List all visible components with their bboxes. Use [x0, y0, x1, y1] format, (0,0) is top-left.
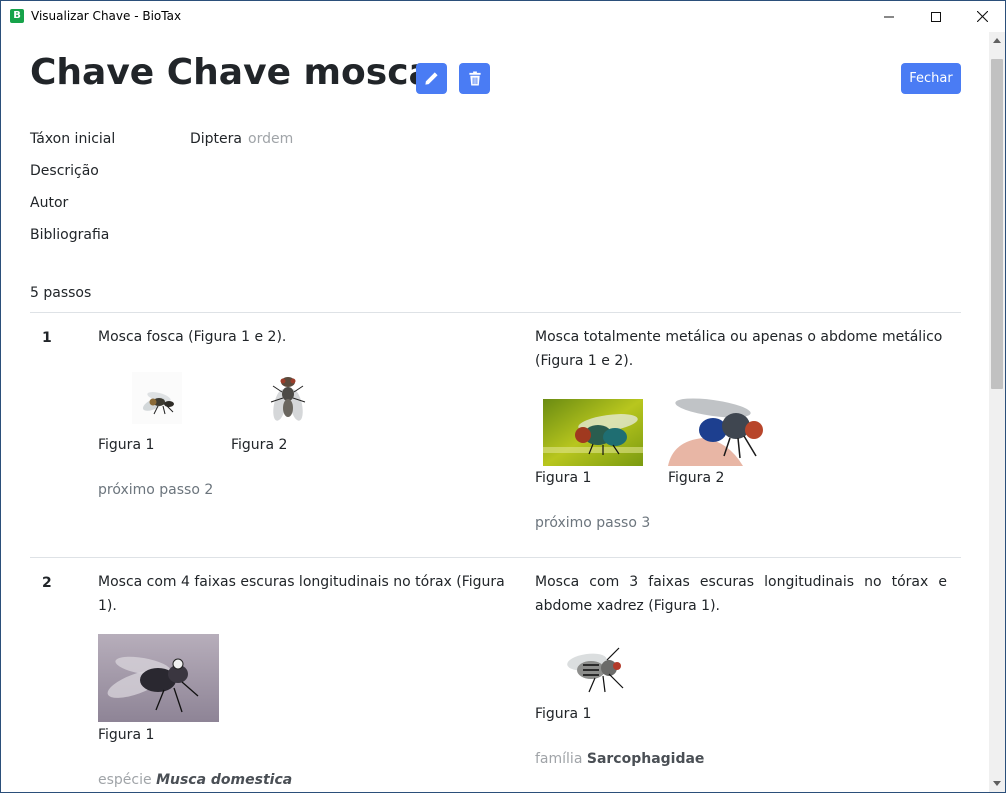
result-taxon-name: Sarcophagidae	[586, 751, 705, 767]
close-window-button[interactable]	[959, 1, 1005, 32]
blue-bottle-fly-photo-icon	[668, 396, 778, 466]
maximize-icon	[931, 11, 941, 22]
taxon-value: Diptera ordem	[190, 131, 293, 147]
step-1-left-figure-1[interactable]	[132, 372, 182, 424]
step-1-left-text: Mosca fosca (Figura 1 e 2).	[98, 329, 287, 345]
app-window: B Visualizar Chave - BioTax Chave Chave …	[0, 0, 1006, 793]
step-number: 1	[42, 330, 52, 346]
result-taxon[interactable]: espécie Musca domestica	[98, 772, 292, 788]
figure-caption: Figura 1	[98, 727, 155, 743]
result-taxon-name: Musca domestica	[156, 772, 293, 788]
chevron-down-icon	[993, 781, 1001, 786]
figure-caption: Figura 1	[535, 470, 592, 486]
main-content: Chave Chave mosca Fechar Táxon inicial D…	[1, 32, 989, 792]
edit-button[interactable]	[416, 63, 447, 94]
next-step-link[interactable]: próximo passo 3	[535, 515, 650, 531]
step-1-right-figure-1[interactable]	[543, 399, 643, 466]
house-fly-photo-icon	[98, 634, 219, 722]
steps-count: 5 passos	[30, 285, 92, 301]
scrollbar-thumb[interactable]	[991, 59, 1003, 389]
step-2-right-figure-1[interactable]	[561, 638, 629, 696]
close-icon	[976, 11, 988, 22]
divider	[30, 557, 961, 558]
taxon-rank: ordem	[248, 131, 294, 147]
next-step-link[interactable]: próximo passo 2	[98, 482, 213, 498]
pencil-icon	[425, 72, 438, 85]
window-title: Visualizar Chave - BioTax	[31, 9, 182, 23]
chevron-up-icon	[993, 38, 1001, 43]
scroll-up-button[interactable]	[989, 32, 1005, 49]
divider	[30, 312, 961, 313]
scroll-down-button[interactable]	[989, 775, 1005, 792]
figure-caption: Figura 1	[98, 437, 155, 453]
step-1-left-figure-2[interactable]	[265, 372, 311, 428]
result-rank: espécie	[98, 772, 152, 788]
minimize-button[interactable]	[866, 1, 912, 32]
result-rank: família	[535, 751, 583, 767]
figure-caption: Figura 2	[231, 437, 288, 453]
fly-photo-icon	[132, 372, 182, 424]
page-title: Chave Chave mosca	[30, 52, 433, 93]
biotax-app-icon: B	[10, 9, 24, 23]
taxon-label: Táxon inicial	[30, 131, 116, 147]
title-bar: B Visualizar Chave - BioTax	[1, 1, 1005, 32]
result-taxon[interactable]: família Sarcophagidae	[535, 751, 704, 767]
step-1-right-text: Mosca totalmente metálica ou apenas o ab…	[535, 329, 943, 369]
author-label: Autor	[30, 195, 69, 211]
close-button[interactable]: Fechar	[901, 63, 961, 94]
step-2-left-text: Mosca com 4 faixas escuras longitudinais…	[98, 574, 505, 614]
figure-caption: Figura 1	[535, 706, 592, 722]
taxon-name: Diptera	[190, 131, 242, 147]
figure-caption: Figura 2	[668, 470, 725, 486]
fly-photo-icon	[265, 372, 311, 428]
vertical-scrollbar[interactable]	[989, 32, 1005, 792]
step-number: 2	[42, 575, 52, 591]
flesh-fly-photo-icon	[561, 638, 629, 696]
minimize-icon	[884, 16, 894, 17]
step-1-right-figure-2[interactable]	[668, 396, 778, 466]
maximize-button[interactable]	[913, 1, 959, 32]
step-2-right-text: Mosca com 3 faixas escuras longitudinais…	[535, 574, 947, 614]
description-label: Descrição	[30, 163, 99, 179]
delete-button[interactable]	[459, 63, 490, 94]
bibliography-label: Bibliografia	[30, 227, 110, 243]
step-2-left-figure-1[interactable]	[98, 634, 219, 722]
trash-icon	[468, 71, 481, 86]
green-bottle-fly-photo-icon	[543, 399, 643, 466]
